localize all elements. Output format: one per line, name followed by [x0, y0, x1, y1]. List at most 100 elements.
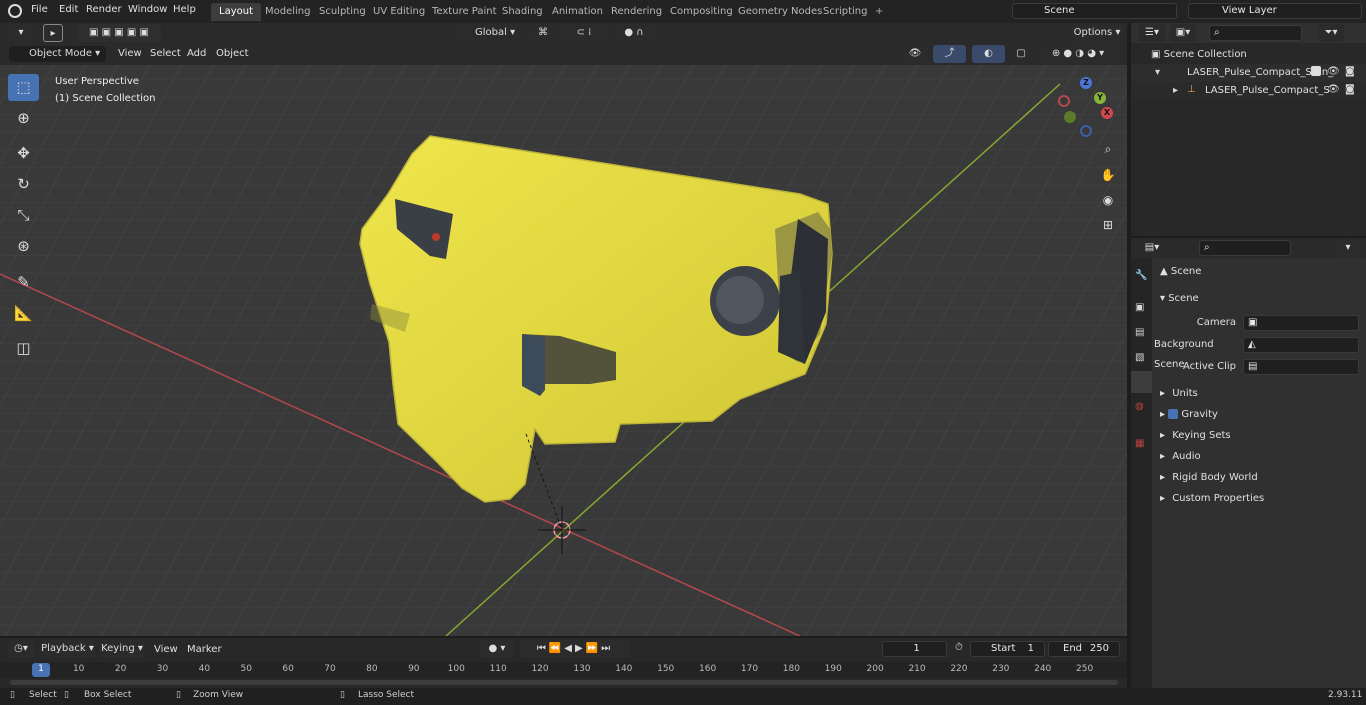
menu-view[interactable]: View [118, 48, 142, 59]
tool-tab-icon[interactable]: 🔧 [1135, 270, 1147, 281]
start-frame-field[interactable]: Start 1 [970, 641, 1045, 657]
pivot-icon[interactable]: ⌘ [530, 24, 556, 42]
active-clip-field[interactable]: ▤ [1243, 359, 1359, 375]
shading-mode-buttons[interactable]: ⊕ ● ◑ ◕ ▾ [1035, 45, 1121, 63]
tab-texture-paint[interactable]: Texture Paint [424, 3, 505, 21]
gizmo-neg-x[interactable] [1058, 95, 1070, 107]
outliner-search-input[interactable]: ⌕ [1209, 25, 1302, 41]
pan-view-icon[interactable]: ✋ [1097, 164, 1119, 186]
snap-icon[interactable]: ⊂ ⁞ [561, 24, 607, 42]
menu-file[interactable]: File [31, 4, 48, 15]
gravity-checkbox[interactable] [1168, 409, 1179, 419]
scale-tool-icon[interactable]: ⤡ [8, 202, 39, 229]
menu-window[interactable]: Window [128, 4, 167, 15]
overlay-toggle-icon[interactable]: ◐ [972, 45, 1005, 63]
menu-object[interactable]: Object [216, 48, 249, 59]
units-section[interactable]: ▸ Units [1154, 384, 1366, 404]
playback-controls[interactable]: ⏮⏪◀▶⏩⏭ [520, 640, 630, 658]
rigid-body-section[interactable]: ▸ Rigid Body World [1154, 468, 1366, 488]
outliner-root[interactable]: ▣ Scene Collection [1151, 49, 1247, 60]
outliner-row-object[interactable]: ▸ ⊥ LASER_Pulse_Compact_S 👁 ◙ [1131, 82, 1366, 100]
current-frame-field[interactable]: 1 [882, 641, 947, 657]
menu-add[interactable]: Add [187, 48, 206, 59]
cursor-tool-icon[interactable]: ⊕ [8, 105, 39, 132]
mode-dropdown[interactable]: Object Mode ▾ [9, 46, 106, 62]
world-tab-icon[interactable]: ◍ [1135, 401, 1144, 412]
camera-icon[interactable]: ◙ [1345, 84, 1355, 95]
eye-icon[interactable]: 👁 [1327, 84, 1340, 95]
properties-type-icon[interactable]: ▤▾ [1139, 239, 1165, 257]
render-tab-icon[interactable]: ▣ [1135, 302, 1144, 313]
filter-icon[interactable]: ⏷▾ [1318, 24, 1344, 42]
timeline-scrollbar[interactable] [10, 680, 1118, 685]
visibility-icon[interactable]: 👁 [902, 45, 928, 63]
gizmo-neg-z[interactable] [1080, 125, 1092, 137]
menu-render[interactable]: Render [86, 4, 122, 15]
scene-selector[interactable]: Scene [1012, 3, 1177, 19]
texture-tab-icon[interactable]: ▦ [1135, 438, 1144, 449]
exclude-checkbox[interactable] [1311, 66, 1321, 76]
display-mode-icon[interactable]: ▣▾ [1170, 24, 1196, 42]
xray-icon[interactable]: ▢ [1013, 45, 1029, 63]
output-tab-icon[interactable]: ▤ [1135, 327, 1144, 338]
camera-icon[interactable]: ◙ [1345, 66, 1355, 77]
camera-view-icon[interactable]: ◉ [1097, 189, 1119, 211]
editor-type-button[interactable]: ▾ [7, 24, 35, 42]
select-box-tool-icon[interactable]: ⬚ [8, 74, 39, 101]
keying-menu[interactable]: Keying ▾ [99, 640, 145, 658]
eye-icon[interactable]: 👁 [1327, 66, 1340, 77]
measure-tool-icon[interactable]: 📐 [8, 300, 39, 327]
menu-help[interactable]: Help [173, 4, 196, 15]
menu-edit[interactable]: Edit [59, 4, 78, 15]
gizmo-neg-y[interactable] [1064, 111, 1076, 123]
select-tool-icon[interactable]: ▸ [43, 24, 63, 42]
move-tool-icon[interactable]: ✥ [8, 140, 39, 167]
options-dropdown[interactable]: Options ▾ [1070, 24, 1124, 42]
gizmo-z[interactable]: Z [1080, 77, 1092, 89]
add-cube-tool-icon[interactable]: ◫ [8, 335, 39, 362]
gravity-section[interactable]: ▸ Gravity [1154, 405, 1366, 425]
gizmo-x[interactable]: X [1101, 107, 1113, 119]
outliner-type-icon[interactable]: ☰▾ [1139, 24, 1165, 42]
properties-search-input[interactable]: ⌕ [1199, 240, 1291, 256]
view-layer-selector[interactable]: View Layer [1188, 3, 1362, 19]
playback-menu[interactable]: Playback ▾ [40, 640, 95, 658]
expand-icon[interactable]: ▾ [1155, 67, 1160, 78]
timeline-marker-menu[interactable]: Marker [187, 644, 222, 655]
tab-modeling[interactable]: Modeling [257, 3, 319, 21]
properties-options-icon[interactable]: ▾ [1338, 239, 1358, 257]
expand-icon[interactable]: ▸ [1173, 85, 1178, 96]
end-frame-field[interactable]: End 250 [1048, 641, 1120, 657]
rotate-tool-icon[interactable]: ↻ [8, 171, 39, 198]
scene-panel-header[interactable]: ▾ Scene [1154, 289, 1366, 309]
select-mode-buttons[interactable]: ▣ ▣ ▣ ▣ ▣ [77, 24, 161, 42]
gizmo-toggle-icon[interactable]: ⤴ [933, 45, 966, 63]
frame-ruler[interactable]: 1 10 20 30 40 50 60 70 80 90 100 110 120 130 140 150 160… [0, 662, 1127, 678]
scene-tab-icon[interactable] [1131, 371, 1152, 393]
proportional-edit-icon[interactable]: ● ∩ [612, 24, 656, 42]
gizmo-y[interactable]: Y [1094, 92, 1106, 104]
tab-compositing[interactable]: Compositing [662, 3, 741, 21]
blender-logo-icon[interactable] [8, 4, 22, 18]
audio-section[interactable]: ▸ Audio [1154, 447, 1366, 467]
annotate-tool-icon[interactable]: ✎ [8, 269, 39, 296]
tab-layout[interactable]: Layout [211, 3, 261, 21]
timer-icon[interactable]: ⏱ [955, 642, 963, 653]
auto-keying-icon[interactable]: ● ▾ [480, 640, 514, 658]
view-layer-tab-icon[interactable]: ▧ [1135, 352, 1144, 363]
timeline-view-menu[interactable]: View [154, 644, 178, 655]
orientation-dropdown[interactable]: Global ▾ [455, 24, 524, 42]
add-workspace-button[interactable]: + [867, 3, 891, 21]
custom-properties-section[interactable]: ▸ Custom Properties [1154, 489, 1366, 509]
camera-field[interactable]: ▣ [1243, 315, 1359, 331]
zoom-view-icon[interactable]: ⌕ [1097, 138, 1119, 160]
transform-tool-icon[interactable]: ⊛ [8, 233, 39, 260]
tab-shading[interactable]: Shading [494, 3, 551, 21]
menu-select[interactable]: Select [150, 48, 181, 59]
tab-uv-editing[interactable]: UV Editing [365, 3, 433, 21]
tab-animation[interactable]: Animation [544, 3, 611, 21]
outliner-row-collection[interactable]: ▾ LASER_Pulse_Compact_Stun_ 👁 ◙ [1131, 64, 1366, 82]
3d-viewport[interactable]: User Perspective (1) Scene Collection ⬚ … [0, 44, 1127, 636]
timeline-type-icon[interactable]: ◷▾ [7, 640, 35, 658]
keying-sets-section[interactable]: ▸ Keying Sets [1154, 426, 1366, 446]
